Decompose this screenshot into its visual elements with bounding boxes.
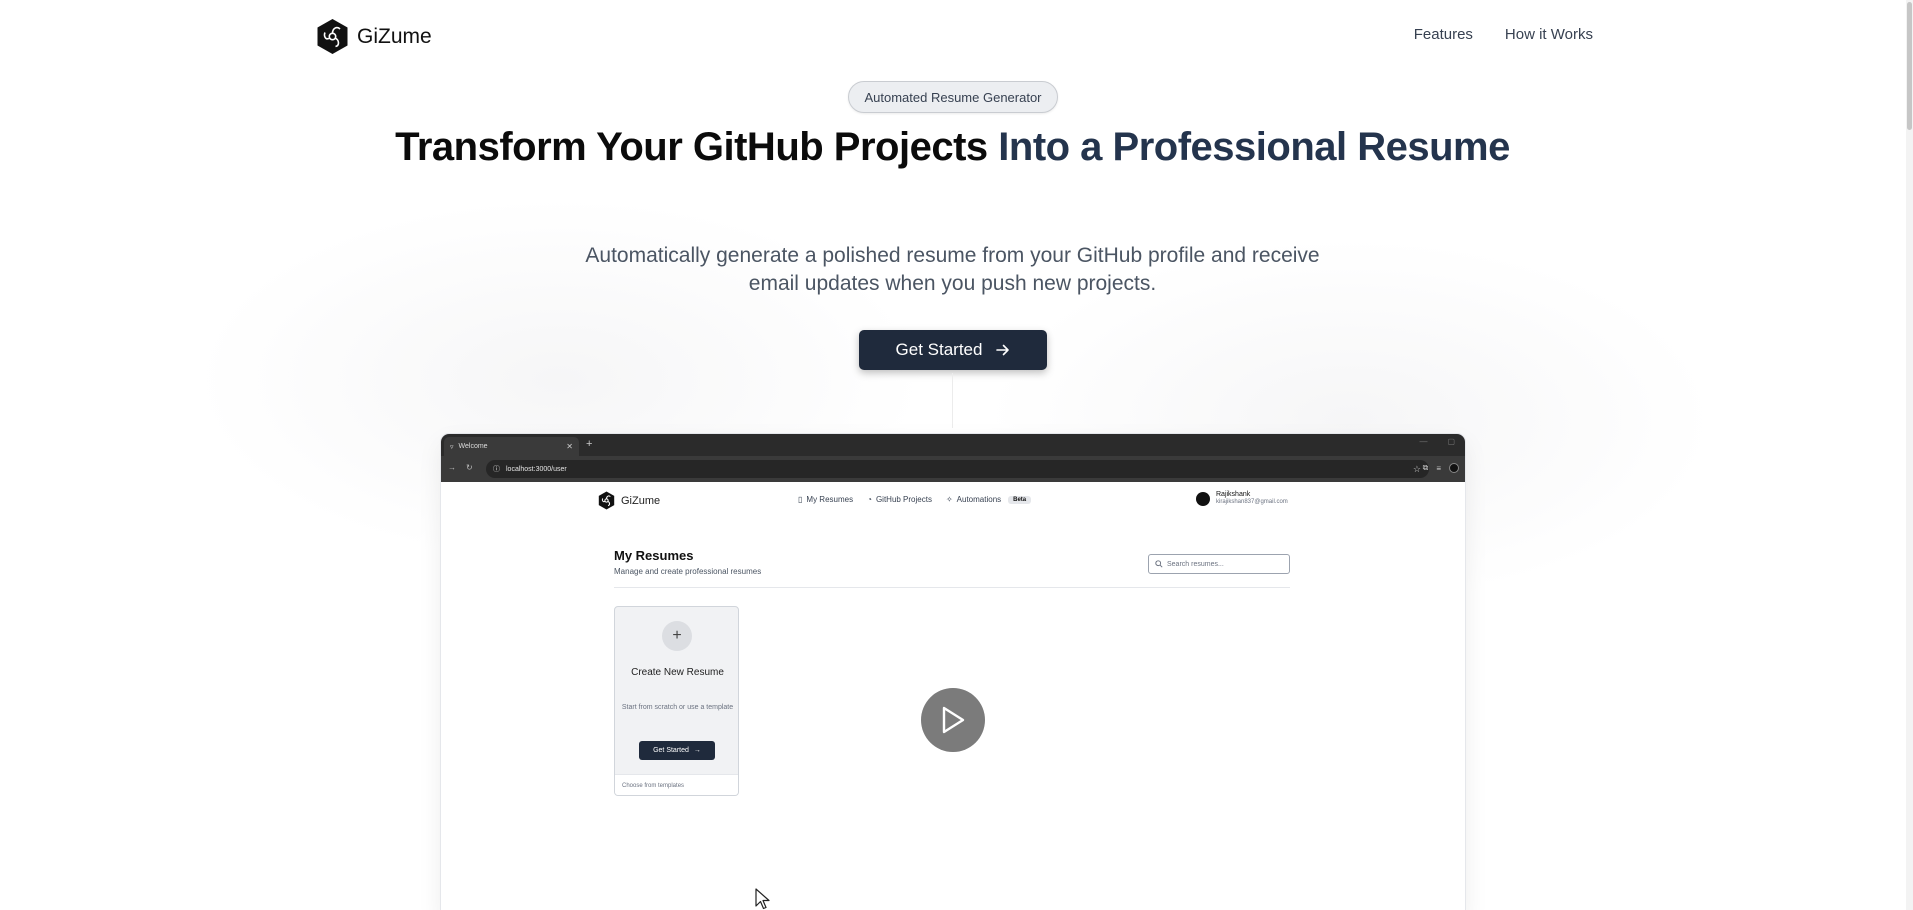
- page-title: My Resumes: [614, 548, 694, 563]
- address-url: localhost:3000/user: [506, 465, 567, 473]
- play-icon: [942, 706, 965, 734]
- user-name: Rajikshank: [1216, 491, 1251, 498]
- logo-text: GiZume: [357, 24, 432, 48]
- plus-icon[interactable]: +: [662, 621, 692, 651]
- gizume-logo-icon: [317, 19, 348, 54]
- app-nav-label: Automations: [956, 495, 1002, 504]
- scrollbar-thumb[interactable]: [1907, 2, 1912, 130]
- get-started-label: Get Started: [895, 340, 983, 359]
- card-footer[interactable]: Choose from templates: [615, 774, 738, 795]
- extensions-icon[interactable]: ⧉: [1423, 463, 1429, 473]
- gizume-logo-icon: [598, 491, 615, 510]
- demo-browser-window: ▿ Welcome ✕ + — ▢ → ↻ ⓘ localhost:3000/u…: [441, 434, 1465, 910]
- browser-nav-buttons: → ↻: [448, 463, 473, 472]
- search-placeholder: Search resumes...: [1167, 560, 1224, 568]
- app-nav-my-resumes[interactable]: ▯ My Resumes: [798, 495, 853, 504]
- app-logo[interactable]: GiZume: [598, 491, 660, 510]
- get-started-button[interactable]: Get Started: [859, 330, 1047, 370]
- headline-accent: Into a Professional Resume: [998, 125, 1510, 169]
- browser-tab-bar: ▿ Welcome ✕ + — ▢: [441, 434, 1465, 456]
- card-description: Start from scratch or use a template: [621, 704, 734, 711]
- forward-icon[interactable]: →: [448, 463, 456, 472]
- page-subtitle: Manage and create professional resumes: [614, 567, 762, 576]
- window-controls: — ▢: [1419, 437, 1455, 446]
- sparkle-icon: ✧: [945, 495, 953, 504]
- user-info: Rajikshank kirajikshan837@gmail.com: [1216, 491, 1288, 506]
- page-scrollbar[interactable]: [1906, 0, 1913, 910]
- mouse-cursor-icon: [755, 888, 770, 910]
- minimize-icon[interactable]: —: [1419, 437, 1427, 446]
- maximize-icon[interactable]: ▢: [1447, 437, 1455, 446]
- app-nav-github-projects[interactable]: ◔ GitHub Projects: [867, 495, 932, 504]
- browser-toolbar: → ↻ ⓘ localhost:3000/user ☆ ⧉ ≡: [441, 456, 1465, 482]
- new-tab-icon[interactable]: +: [586, 438, 592, 450]
- browser-extensions: ⧉ ≡: [1423, 463, 1459, 473]
- top-nav: Features How it Works: [1414, 26, 1593, 43]
- reload-icon[interactable]: ↻: [466, 463, 473, 472]
- tab-favicon-icon: ▿: [450, 443, 454, 451]
- media-icon[interactable]: ≡: [1436, 464, 1441, 473]
- github-icon: ◔: [867, 495, 872, 504]
- nav-features-link[interactable]: Features: [1414, 26, 1473, 43]
- site-logo[interactable]: GiZume: [316, 18, 432, 55]
- create-resume-card[interactable]: + Create New Resume Start from scratch o…: [614, 606, 739, 796]
- avatar: [1196, 491, 1210, 506]
- app-logo-text: GiZume: [621, 494, 661, 507]
- user-email: kirajikshan837@gmail.com: [1216, 499, 1288, 505]
- site-info-icon: ⓘ: [493, 466, 500, 473]
- arrow-right-icon: [996, 344, 1010, 356]
- demo-app: GiZume ▯ My Resumes ◔ GitHub Projects ✧ …: [441, 482, 1465, 910]
- card-title: Create New Resume: [631, 667, 724, 678]
- arrow-right-icon: →: [693, 747, 701, 754]
- hero-headline: Transform Your GitHub Projects Into a Pr…: [380, 126, 1525, 168]
- landing-page: GiZume Features How it Works Automated R…: [0, 0, 1913, 910]
- play-video-button[interactable]: [921, 688, 985, 752]
- nav-how-it-works-link[interactable]: How it Works: [1505, 26, 1593, 43]
- address-bar[interactable]: ⓘ localhost:3000/user ☆: [486, 460, 1429, 478]
- app-nav: ▯ My Resumes ◔ GitHub Projects ✧ Automat…: [798, 495, 1032, 504]
- profile-avatar-icon[interactable]: [1449, 463, 1459, 473]
- card-button-label: Get Started: [653, 747, 689, 754]
- app-nav-label: GitHub Projects: [875, 495, 932, 504]
- tab-close-icon[interactable]: ✕: [566, 442, 573, 451]
- hero-badge: Automated Resume Generator: [848, 81, 1058, 113]
- search-icon: [1155, 560, 1163, 568]
- search-input[interactable]: Search resumes...: [1148, 554, 1290, 574]
- app-nav-label: My Resumes: [806, 495, 854, 504]
- app-nav-automations[interactable]: ✧ Automations Beta: [945, 495, 1032, 504]
- beta-badge: Beta: [1008, 495, 1032, 504]
- section-divider: [614, 587, 1290, 588]
- hero-subtitle: Automatically generate a polished resume…: [585, 244, 1320, 295]
- decorative-divider: [952, 373, 953, 428]
- tab-title: Welcome: [458, 443, 488, 450]
- headline-main: Transform Your GitHub Projects: [395, 125, 999, 169]
- bookmark-star-icon[interactable]: ☆: [1413, 464, 1421, 475]
- browser-tab[interactable]: ▿ Welcome ✕: [444, 437, 579, 456]
- user-menu[interactable]: Rajikshank kirajikshan837@gmail.com: [1196, 491, 1288, 506]
- file-icon: ▯: [798, 495, 803, 504]
- card-get-started-button[interactable]: Get Started →: [639, 741, 715, 760]
